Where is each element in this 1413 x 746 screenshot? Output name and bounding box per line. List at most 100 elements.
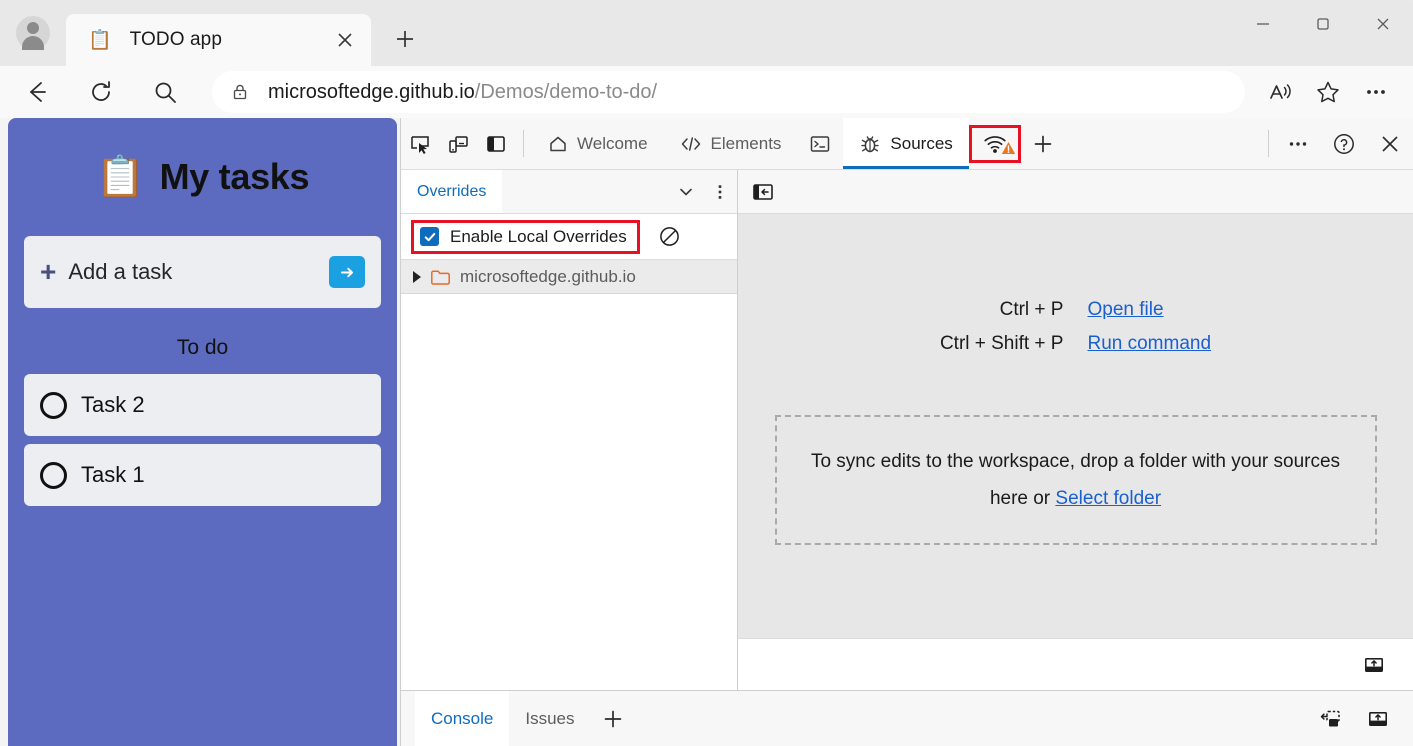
drawer-add-tab-button[interactable] (591, 707, 635, 731)
drawer-actions (1309, 698, 1413, 740)
sources-empty-state: Ctrl + P Open file Ctrl + Shift + P Run … (738, 214, 1413, 638)
sources-main-area: Ctrl + P Open file Ctrl + Shift + P Run … (738, 170, 1413, 690)
url-path: /Demos/demo-to-do/ (474, 80, 658, 103)
lock-icon (230, 82, 250, 102)
devtools-tab-bar: Welcome Elements Sources (401, 118, 1413, 170)
warning-triangle-icon (1001, 141, 1016, 160)
shortcut-row: Ctrl + Shift + P Run command (940, 333, 1211, 355)
task-label: Task 1 (81, 462, 145, 487)
tab-strip: 📋 TODO app (0, 0, 1413, 66)
window-close-button[interactable] (1353, 0, 1413, 48)
devtools-drawer: Console Issues (401, 690, 1413, 746)
overrides-tree-label: microsoftedge.github.io (460, 266, 636, 286)
devtools-close-icon[interactable] (1367, 118, 1413, 169)
web-page-viewport: 📋 My tasks + Add a task To do Task 2 Tas… (0, 118, 400, 746)
page-title: My tasks (159, 156, 310, 197)
task-checkbox[interactable] (40, 461, 67, 489)
shortcut-keys: Ctrl + Shift + P (939, 332, 1064, 354)
tab-favicon-icon: 📋 (88, 29, 112, 51)
task-row[interactable]: Task 1 (24, 444, 381, 506)
tab-title: TODO app (129, 29, 222, 50)
todo-app: 📋 My tasks + Add a task To do Task 2 Tas… (8, 118, 397, 746)
tab-welcome[interactable]: Welcome (532, 118, 664, 169)
add-task-submit-button[interactable] (329, 256, 365, 288)
workspace-dropzone[interactable]: To sync edits to the workspace, drop a f… (774, 414, 1377, 546)
sidebar-tab-overrides[interactable]: Overrides (401, 170, 503, 213)
tab-console[interactable] (797, 118, 843, 169)
task-checkbox[interactable] (40, 391, 67, 419)
clipboard-icon: 📋 (95, 155, 146, 199)
bug-icon (859, 133, 881, 155)
add-task-input[interactable]: + Add a task (24, 236, 381, 308)
kebab-menu-icon[interactable] (703, 170, 737, 213)
inspect-element-icon[interactable] (401, 118, 439, 169)
tab-label: Elements (710, 133, 782, 153)
drawer-tab-console[interactable]: Console (415, 691, 510, 746)
window-minimize-button[interactable] (1233, 0, 1293, 48)
dock-panel-icon[interactable] (477, 118, 515, 169)
code-icon (680, 134, 702, 154)
console-settings-icon[interactable] (1309, 698, 1351, 740)
read-aloud-icon[interactable] (1259, 71, 1301, 113)
devtools-more-icon[interactable] (1275, 118, 1321, 169)
chevron-down-icon[interactable] (669, 170, 703, 213)
select-folder-link[interactable]: Select folder (1055, 488, 1161, 509)
toolbar-divider (1268, 130, 1269, 157)
screenshot-root: 📋 TODO app microsoftedge.github.io/Demos… (0, 0, 1413, 746)
tab-sources[interactable]: Sources (843, 118, 970, 169)
devtools-help-icon[interactable] (1321, 118, 1367, 169)
enable-local-overrides-highlight[interactable]: Enable Local Overrides (411, 219, 640, 254)
toolbar-actions (1253, 71, 1397, 113)
address-bar-url: microsoftedge.github.io/Demos/demo-to-do… (268, 81, 657, 104)
editor-toolbar (738, 170, 1413, 214)
browser-settings-icon[interactable] (1355, 71, 1397, 113)
open-file-link[interactable]: Open file (1087, 299, 1163, 320)
show-drawer-icon[interactable] (1357, 698, 1399, 740)
console-icon (809, 134, 831, 154)
tab-elements[interactable]: Elements (664, 118, 798, 169)
window-maximize-button[interactable] (1293, 0, 1353, 48)
sources-sidebar: Overrides Enable Local Overrides microso… (401, 170, 738, 690)
tab-network-highlighted[interactable] (968, 124, 1021, 163)
drawer-tab-issues[interactable]: Issues (509, 691, 590, 746)
search-icon[interactable] (144, 71, 186, 113)
ban-icon[interactable] (658, 225, 681, 248)
new-tab-button[interactable] (383, 17, 427, 61)
toolbar-divider (523, 130, 524, 157)
avatar (16, 16, 50, 50)
shortcut-hints: Ctrl + P Open file Ctrl + Shift + P Run … (940, 287, 1211, 367)
url-host: microsoftedge.github.io (268, 80, 475, 103)
shortcut-action: Run command (1087, 333, 1211, 355)
plus-icon: + (40, 256, 57, 287)
address-bar[interactable]: microsoftedge.github.io/Demos/demo-to-do… (212, 71, 1245, 113)
expand-triangle-icon[interactable] (413, 270, 421, 283)
profile-button[interactable] (0, 0, 66, 66)
tab-label: Sources (890, 133, 953, 153)
overrides-tree-row[interactable]: microsoftedge.github.io (401, 260, 737, 294)
devtools-toolbar-actions (1262, 118, 1413, 169)
todo-section-label: To do (176, 336, 229, 359)
show-drawer-icon[interactable] (1353, 644, 1395, 686)
enable-local-overrides-label: Enable Local Overrides (450, 226, 627, 246)
enable-local-overrides-checkbox[interactable] (420, 227, 439, 246)
show-navigator-icon[interactable] (752, 182, 774, 202)
refresh-button[interactable] (80, 71, 122, 113)
task-label: Task 2 (81, 392, 145, 417)
browser-tab-todo-app[interactable]: 📋 TODO app (66, 14, 371, 66)
tab-close-icon[interactable] (329, 24, 361, 56)
shortcut-row: Ctrl + P Open file (940, 299, 1211, 321)
device-emulation-icon[interactable] (439, 118, 477, 169)
sidebar-tab-row: Overrides (401, 170, 737, 214)
run-command-link[interactable]: Run command (1087, 333, 1211, 354)
add-panel-button[interactable] (1021, 118, 1065, 169)
favorites-star-icon[interactable] (1307, 71, 1349, 113)
task-row[interactable]: Task 2 (24, 374, 381, 436)
tab-label: Welcome (577, 133, 648, 153)
back-button[interactable] (16, 71, 58, 113)
devtools-body: Overrides Enable Local Overrides microso… (401, 170, 1413, 690)
todo-app-header: 📋 My tasks (24, 118, 381, 236)
devtools-panel: Welcome Elements Sources Overrides Enabl… (400, 118, 1413, 746)
folder-icon (430, 268, 451, 286)
editor-bottom-bar (738, 638, 1413, 690)
window-controls (1233, 0, 1413, 48)
